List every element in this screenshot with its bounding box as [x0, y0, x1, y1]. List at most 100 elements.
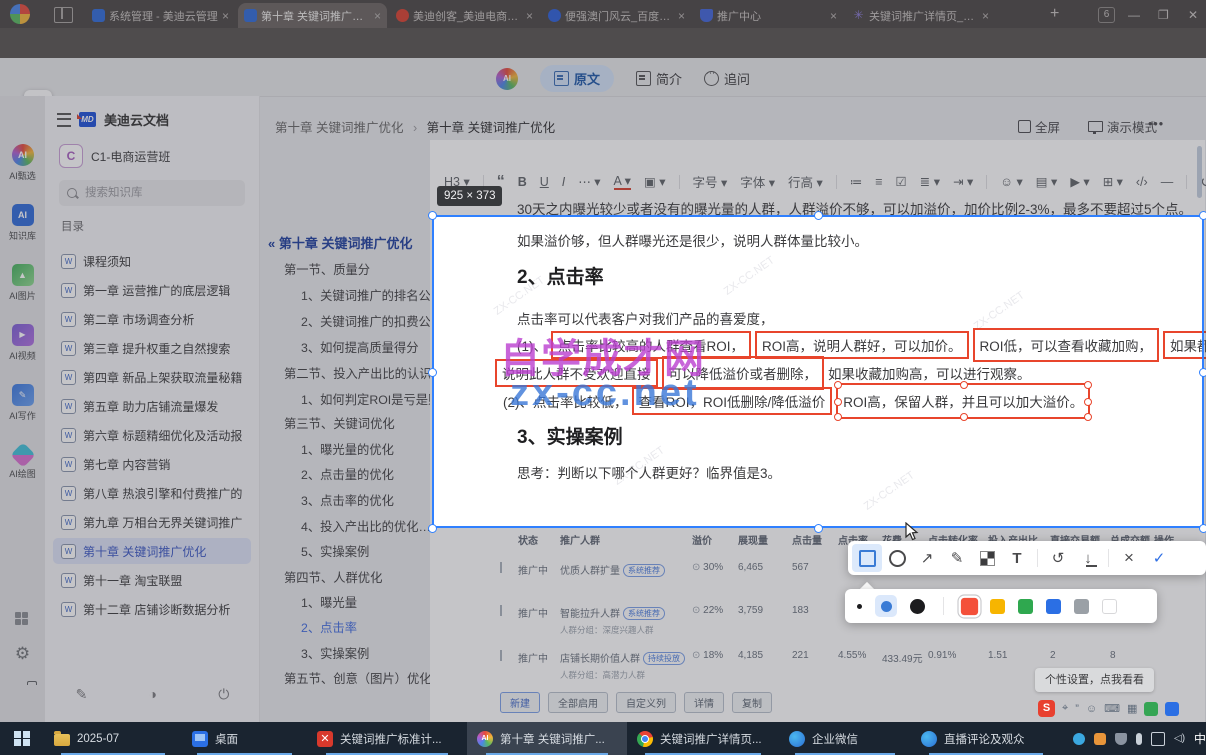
power-icon[interactable]: ⏻	[218, 686, 229, 703]
toc-item[interactable]: 第三节、关键词优化	[284, 414, 395, 432]
sidebar-chapter[interactable]: 第五章 助力店铺流量爆发	[53, 393, 251, 419]
ellipse-tool[interactable]	[882, 544, 912, 572]
toc-item[interactable]: 3、实操案例	[301, 644, 369, 662]
stroke-size-medium-selected[interactable]	[875, 595, 897, 617]
capture-handle[interactable]	[428, 524, 437, 533]
annotation-rect[interactable]: 如果都不好，	[1163, 331, 1206, 359]
taskbar-item-wecom[interactable]: 企业微信	[779, 722, 911, 755]
font-color-dropdown[interactable]: A ▾	[613, 173, 631, 190]
tray-wecom-icon[interactable]	[1073, 732, 1085, 745]
line-height-dropdown[interactable]: 行高 ▾	[788, 172, 823, 191]
toc-item[interactable]: 2、点击量的优化	[301, 465, 394, 483]
row-checkbox[interactable]	[500, 562, 502, 573]
grid-icon[interactable]: ▦	[1127, 702, 1137, 715]
toc-item[interactable]: 4、投入产出比的优化（观察7天/15	[301, 517, 433, 535]
toc-item[interactable]: 5、实操案例	[301, 542, 369, 560]
custom-columns-button[interactable]: 自定义列	[616, 692, 676, 713]
enable-all-button[interactable]: 全部启用	[548, 692, 608, 713]
divider-insert-icon[interactable]: —	[1161, 175, 1174, 189]
bullet-list-icon[interactable]: ≔	[850, 174, 863, 189]
image-insert-dropdown[interactable]: ▤ ▾	[1036, 174, 1058, 189]
tab-summary[interactable]: 简介	[636, 69, 682, 88]
browser-tab[interactable]: 关键词推广详情页_万相 ×	[846, 3, 995, 28]
details-button[interactable]: 详情	[684, 692, 724, 713]
rail-item-ai-write[interactable]: ✎ AI写作	[0, 384, 45, 422]
hamburger-icon[interactable]	[57, 112, 71, 127]
tab-close-icon[interactable]: ×	[526, 9, 533, 23]
undo-tool[interactable]: ↺	[1043, 544, 1073, 572]
sidebar-chapter[interactable]: 第二章 市场调查分析	[53, 306, 251, 332]
settings-tooltip[interactable]: 个性设置，点我看看	[1035, 668, 1154, 692]
toc-item[interactable]: 1、关键词推广的排名公式	[301, 286, 443, 304]
theme-icon[interactable]: ◑	[149, 686, 157, 703]
toc-item-active[interactable]: 2、点击率	[301, 618, 357, 636]
green-tool-icon[interactable]	[1144, 701, 1159, 716]
taskbar-item-excel[interactable]: 关键词推广标准计...	[307, 722, 467, 755]
browser-tab[interactable]: 推广中心 ×	[694, 3, 843, 28]
sogou-icon[interactable]	[1038, 700, 1055, 717]
fullscreen-button[interactable]: 全屏	[1018, 117, 1060, 136]
cancel-capture-button[interactable]: ×	[1114, 544, 1144, 572]
breadcrumb[interactable]: 第十章 关键词推广优化 › 第十章 关键词推广优化	[275, 117, 555, 136]
class-name[interactable]: C1-电商运营班	[91, 148, 170, 165]
video-insert-dropdown[interactable]: ▶ ▾	[1070, 174, 1089, 189]
color-red-selected[interactable]	[960, 597, 979, 615]
sidebar-chapter[interactable]: 第九章 万相台无界关键词推广	[53, 509, 251, 535]
taskbar-item-chrome[interactable]: 关键词推广详情页...	[627, 722, 779, 755]
rail-item-knowledge[interactable]: AI 知识库	[0, 204, 45, 242]
toc-item[interactable]: 第五节、创意（图片）优化	[284, 669, 432, 687]
rail-item-ai-select[interactable]: AI AI甄选	[0, 144, 45, 182]
taskbar-item-folder[interactable]: 2025-07	[44, 722, 182, 755]
align-dropdown[interactable]: ≣ ▾	[920, 174, 940, 189]
page-scrollbar[interactable]	[1197, 146, 1202, 198]
rail-settings-button[interactable]: ⚙	[0, 644, 45, 664]
toc-item[interactable]: 3、点击率的优化	[301, 491, 394, 509]
tray-shield-icon[interactable]	[1115, 732, 1127, 745]
capture-handle[interactable]	[814, 211, 823, 220]
rail-item-ai-draw[interactable]: AI绘图	[0, 442, 45, 480]
tab-close-icon[interactable]: ×	[982, 9, 989, 23]
annotation-rect-selected[interactable]: ROI高，保留人群，并且可以加大溢价。	[834, 381, 1093, 421]
cursor-mode-icon[interactable]: ⌖	[1062, 702, 1068, 715]
toc-item[interactable]: 3、如何提高质量得分	[301, 338, 419, 356]
color-white[interactable]	[1102, 598, 1117, 614]
tab-original[interactable]: 原文	[540, 65, 615, 92]
toc-item[interactable]: 第四节、人群优化	[284, 568, 382, 586]
mosaic-tool[interactable]	[972, 544, 1002, 572]
tab-followup[interactable]: 追问	[704, 68, 750, 88]
emoji-dropdown[interactable]: ☺ ▾	[1000, 174, 1023, 189]
text-tool[interactable]: T	[1002, 544, 1032, 572]
sidebar-chapter-selected[interactable]: 第十章 关键词推广优化	[53, 538, 251, 564]
window-close-button[interactable]: ✕	[1188, 8, 1198, 22]
rectangle-tool[interactable]	[852, 544, 882, 572]
start-button[interactable]	[0, 722, 44, 755]
keyboard-icon[interactable]: ⌨	[1104, 702, 1120, 715]
taskbar-item-active-doc[interactable]: 第十章 关键词推广...	[467, 722, 627, 755]
bold-icon[interactable]: B	[518, 175, 527, 189]
capture-handle[interactable]	[428, 368, 437, 377]
font-size-dropdown[interactable]: 字号 ▾	[693, 172, 728, 191]
toc-item[interactable]: 第一节、质量分	[284, 260, 370, 278]
capture-handle[interactable]	[1199, 524, 1206, 533]
ime-indicator[interactable]: 中	[1194, 730, 1206, 747]
taskbar-item-desktop[interactable]: 桌面	[182, 722, 307, 755]
edit-icon[interactable]: ✎	[76, 686, 88, 703]
knowledge-search-input[interactable]	[83, 186, 227, 200]
color-blue[interactable]	[1046, 598, 1061, 614]
sidebar-chapter[interactable]: 第一章 运营推广的底层逻辑	[53, 277, 251, 303]
color-yellow[interactable]	[990, 598, 1005, 614]
highlight-dropdown[interactable]: ▣ ▾	[644, 174, 666, 189]
sidebar-chapter[interactable]: 课程须知	[53, 248, 251, 274]
browser-tab-active[interactable]: 第十章 关键词推广优化 ×	[238, 3, 387, 28]
emoji-icon[interactable]: ☺	[1086, 703, 1097, 715]
knowledge-search[interactable]	[59, 180, 245, 206]
italic-icon[interactable]: I	[562, 175, 565, 189]
tab-close-icon[interactable]: ×	[222, 9, 229, 23]
pen-tool[interactable]: ✎	[942, 544, 972, 572]
toc-item[interactable]: 1、曝光量	[301, 593, 357, 611]
table-insert-dropdown[interactable]: ⊞ ▾	[1103, 174, 1123, 189]
toc-title[interactable]: « 第十章 关键词推广优化	[268, 233, 412, 252]
stroke-size-small[interactable]	[857, 603, 862, 609]
window-minimize-button[interactable]: —	[1128, 8, 1140, 22]
save-capture-button[interactable]: ↓	[1073, 544, 1103, 572]
